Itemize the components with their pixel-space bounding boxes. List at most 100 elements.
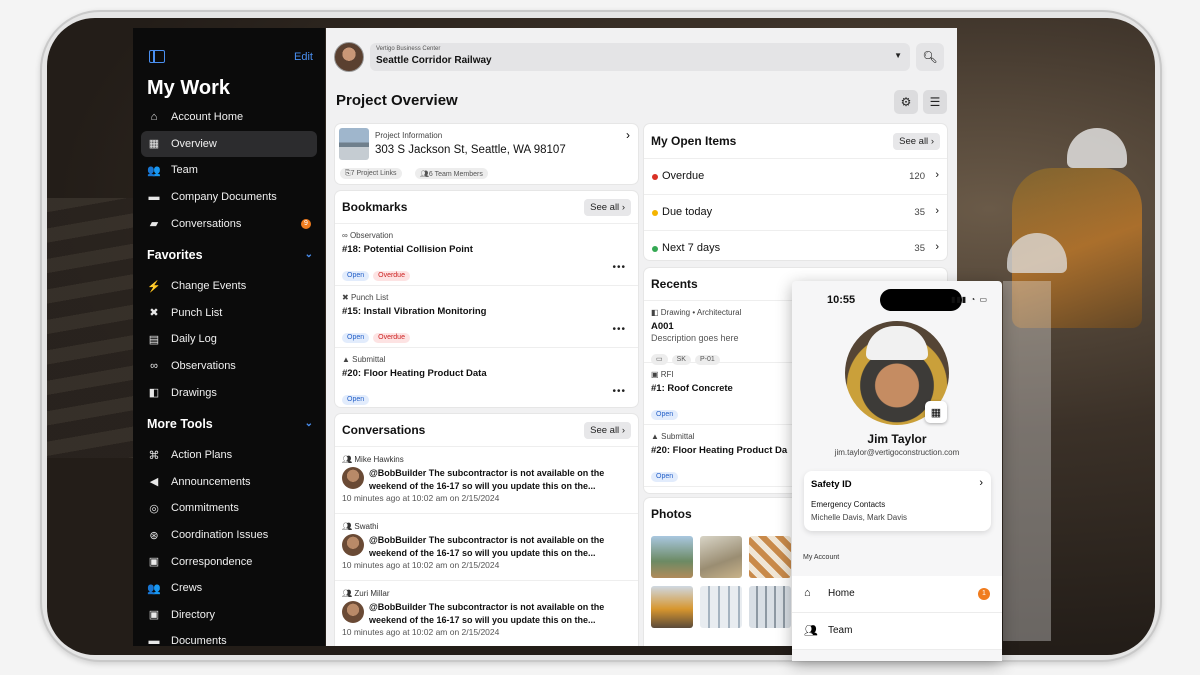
avatar[interactable] [334,42,364,72]
sidebar-item-label: Directory [171,608,216,621]
project-header: Vertigo Business Center Seattle Corridor… [334,42,946,72]
more-tools-section-header[interactable]: More Tools ⌄ [133,410,325,438]
project-selector[interactable]: Vertigo Business Center Seattle Corridor… [370,43,910,71]
bookmark-item[interactable]: ∞ Observation #18: Potential Collision Po… [335,224,638,286]
more-options-icon[interactable]: ••• [612,386,626,397]
sidebar-item[interactable]: ✖ Punch List [141,300,317,327]
phone-mockup: 10:55 ▮▮▮ ◔ ▭ ▦ Jim Taylor jim.taylor@ve… [792,281,1002,661]
open-items-row[interactable]: Overdue 120 › [644,159,947,195]
conversation-timestamp: 10 minutes ago at 10:02 am on 2/15/2024 [342,560,500,570]
sidebar-item[interactable]: ⚡ Change Events [141,273,317,300]
author-name: Swathi [354,522,379,531]
recent-kind-label: Submittal [661,432,695,441]
photo-thumbnail[interactable] [749,536,791,578]
filter-button[interactable]: ☰ [923,90,947,114]
settings-button[interactable]: ⚙ [894,90,918,114]
caret-down-icon: ▼ [894,51,902,60]
edit-button[interactable]: Edit [294,51,313,63]
coordination-icon: ⊛ [149,529,159,542]
sidebar-item[interactable]: ▦ Overview [141,130,317,158]
recent-title: #20: Floor Heating Product Da [651,445,788,456]
profile-email: jim.taylor@vertigoconstruction.com [834,448,960,457]
sidebar-item-label: Observations [171,360,236,373]
project-information-card[interactable]: Project Information 303 S Jackson St, Se… [335,124,638,184]
qr-code-button[interactable]: ▦ [925,401,947,423]
avatar [342,601,364,623]
sidebar-item[interactable]: ⊛ Coordination Issues [141,522,317,549]
conversation-item[interactable]: 👥︎ Zuri Millar @BobBuilder The subcontrac… [335,581,638,646]
sidebar-item[interactable]: 👥 Crews [141,575,317,602]
sidebar-toggle-icon[interactable] [149,50,165,63]
action-plans-icon: ⌘ [148,449,160,462]
phone-menu-home[interactable]: ⌂ Home 1 [792,576,1002,613]
project-links-label: 7 Project Links [350,169,397,177]
sidebar-item[interactable]: ⌂ Account Home [141,104,317,131]
conversation-message: @BobBuilder The subcontractor is not ava… [369,535,605,558]
recent-description: Description goes here [651,333,739,343]
binoculars-icon: ∞ [150,360,158,373]
item-type-icon: ▲ [342,355,353,364]
sidebar-item[interactable]: ⌘ Action Plans [141,442,317,469]
open-items-row[interactable]: Next 7 days 35 › [644,231,947,260]
photo-thumbnail[interactable] [651,586,693,628]
sidebar-item[interactable]: ▣ Correspondence [141,548,317,575]
sidebar-item[interactable]: ▬ Company Documents [141,184,317,211]
open-items-see-all-button[interactable]: See all › [893,132,940,150]
photo-thumbnail[interactable] [651,536,693,578]
sidebar-item[interactable]: ◎ Commitments [141,495,317,522]
conversation-item[interactable]: 👥︎ Swathi @BobBuilder The subcontractor i… [335,514,638,581]
conversations-card: Conversations See all › 👥︎ Mike Hawkins @B… [335,414,638,646]
photo-thumbnail[interactable] [700,586,742,628]
search-button[interactable]: 🔍︎ [916,43,944,71]
avatar [342,467,364,489]
sidebar-item-label: Account Home [171,111,244,124]
recent-kind-label: RFI [660,370,674,379]
conversation-item[interactable]: 👥︎ Mike Hawkins @BobBuilder The subcontra… [335,447,638,514]
sidebar-item[interactable]: ∞ Observations [141,353,317,380]
more-options-icon[interactable]: ••• [612,324,626,335]
conversation-author: 👥︎ Zuri Millar [342,589,390,598]
team-members-badge[interactable]: 👥︎6 Team Members [415,168,488,179]
status-badge: Overdue [373,270,410,281]
open-items-card: My Open Items See all › Overdue 120 › Due to… [644,124,947,260]
project-links-badge[interactable]: ⎘7 Project Links [340,168,402,179]
sidebar-item[interactable]: ▣ Directory [141,602,317,629]
phone-menu-team[interactable]: 👥︎ Team [792,613,1002,650]
more-options-icon[interactable]: ••• [612,262,626,273]
sidebar-item[interactable]: ▬ Documents [141,628,317,655]
bookmarks-list: ∞ Observation #18: Potential Collision Po… [335,224,638,407]
open-items-row[interactable]: Due today 35 › [644,195,947,231]
bookmark-item[interactable]: ▲ Submittal #20: Floor Heating Product Da… [335,348,638,407]
favorites-section-header[interactable]: Favorites ⌄ [133,241,325,269]
home-icon: ⌂ [804,587,811,599]
item-type-icon: ∞ [342,231,350,240]
page-title: Project Overview [336,92,458,109]
sidebar-main-list: ⌂ Account Home ▦ Overview 👥 Team ▬ Company Docu… [133,100,325,237]
safety-id-card[interactable]: Safety ID › Emergency Contacts Michelle … [804,471,991,531]
megaphone-icon: ◀ [149,476,159,489]
sidebar-item[interactable]: ◧ Drawings [141,379,317,406]
sidebar-item[interactable]: 👥 Team [141,157,317,184]
bookmarks-see-all-button[interactable]: See all › [584,198,631,216]
group-icon: 👥︎ [342,589,355,598]
chevron-down-icon[interactable]: ⌄ [305,249,313,260]
bookmark-kind-label: Submittal [352,355,386,364]
status-tags: Open [651,465,682,483]
conversation-message: @BobBuilder The subcontractor is not ava… [369,602,605,625]
chevron-down-icon[interactable]: ⌄ [305,418,313,429]
sidebar-item-label: Change Events [171,280,247,293]
sidebar-item[interactable]: ◀ Announcements [141,469,317,496]
status-badge: Open [342,394,370,405]
photos-title: Photos [651,507,692,521]
sidebar-item[interactable]: ▰ Conversations 9 [141,210,317,237]
bookmark-item[interactable]: ✖ Punch List #15: Install Vibration Monit… [335,286,638,348]
conversations-see-all-button[interactable]: See all › [584,421,631,439]
chevron-right-icon: › [935,205,939,217]
recent-title: A001 [651,321,674,332]
sidebar-item-label: Punch List [171,306,223,319]
sidebar-item[interactable]: ▤ Daily Log [141,326,317,353]
photo-thumbnail[interactable] [749,586,791,628]
emergency-contacts-names: Michelle Davis, Mark Davis [811,513,908,522]
favorites-list: ⚡ Change Events ✖ Punch List ▤ Daily Log ∞ Obse… [133,269,325,406]
photo-thumbnail[interactable] [700,536,742,578]
